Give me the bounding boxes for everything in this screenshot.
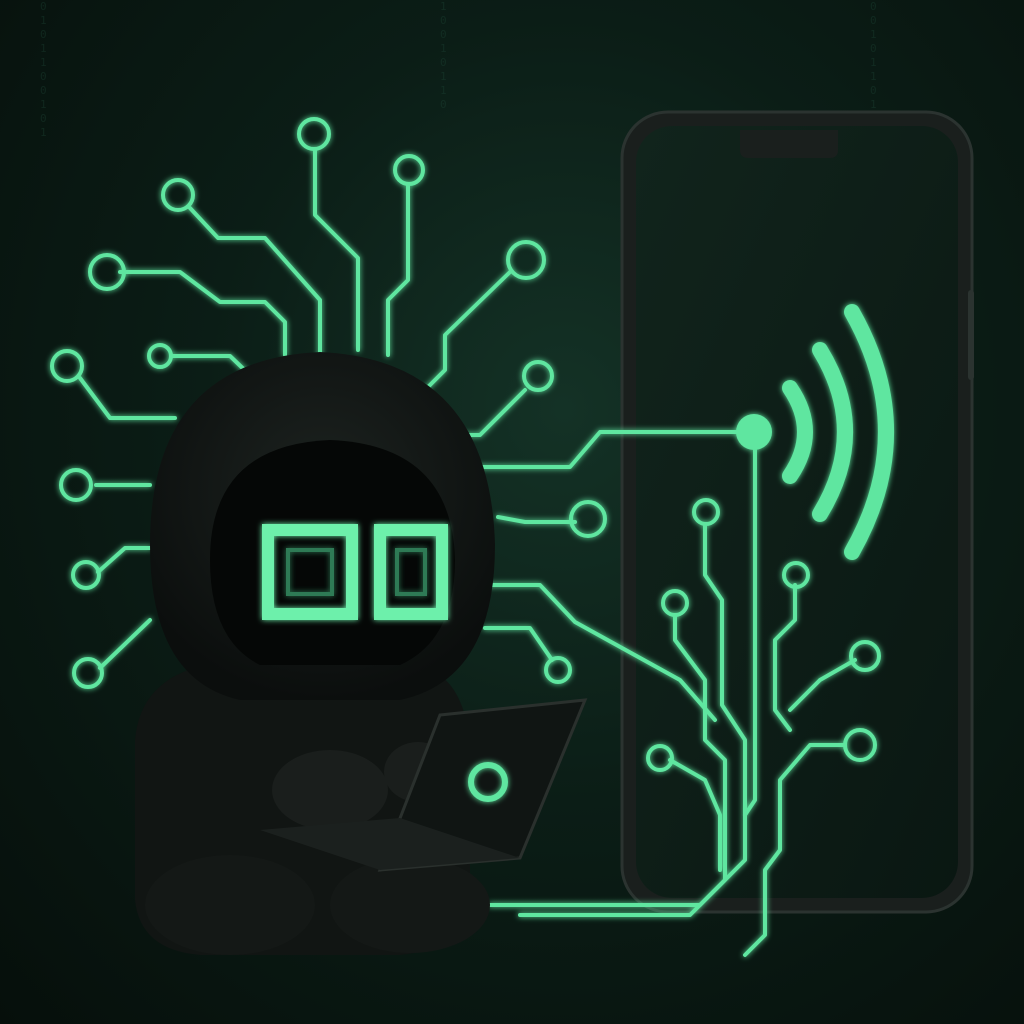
- trace: [118, 270, 287, 357]
- circuit-node-icon: [297, 117, 331, 151]
- trace: [188, 206, 322, 362]
- phone-notch: [740, 130, 838, 158]
- trace: [496, 515, 577, 524]
- trace: [78, 376, 177, 420]
- circuit-node-icon: [50, 349, 84, 383]
- circuit-node-icon: [71, 560, 101, 590]
- circuit-node-icon: [147, 343, 173, 369]
- circuit-node-icon: [522, 360, 554, 392]
- trace: [386, 183, 410, 357]
- circuit-node-icon: [161, 178, 195, 212]
- circuit-node-icon: [544, 656, 572, 684]
- trace: [96, 546, 152, 574]
- trace: [418, 270, 512, 397]
- phone-side-button: [968, 290, 974, 380]
- circuit-node-icon: [72, 657, 104, 689]
- illustration-scene: 0 1 0 1 1 0 0 1 0 1 1 0 0 1 0 1 1 0 0 0 …: [0, 0, 1024, 1024]
- circuit-node-icon: [506, 240, 546, 280]
- smartphone: [620, 110, 974, 914]
- illustration-svg: [50, 110, 974, 957]
- circuit-node-icon: [569, 500, 607, 538]
- circuit-node-icon: [393, 154, 425, 186]
- trace: [483, 626, 554, 662]
- circuit-node-icon: [59, 468, 93, 502]
- trace: [98, 618, 152, 670]
